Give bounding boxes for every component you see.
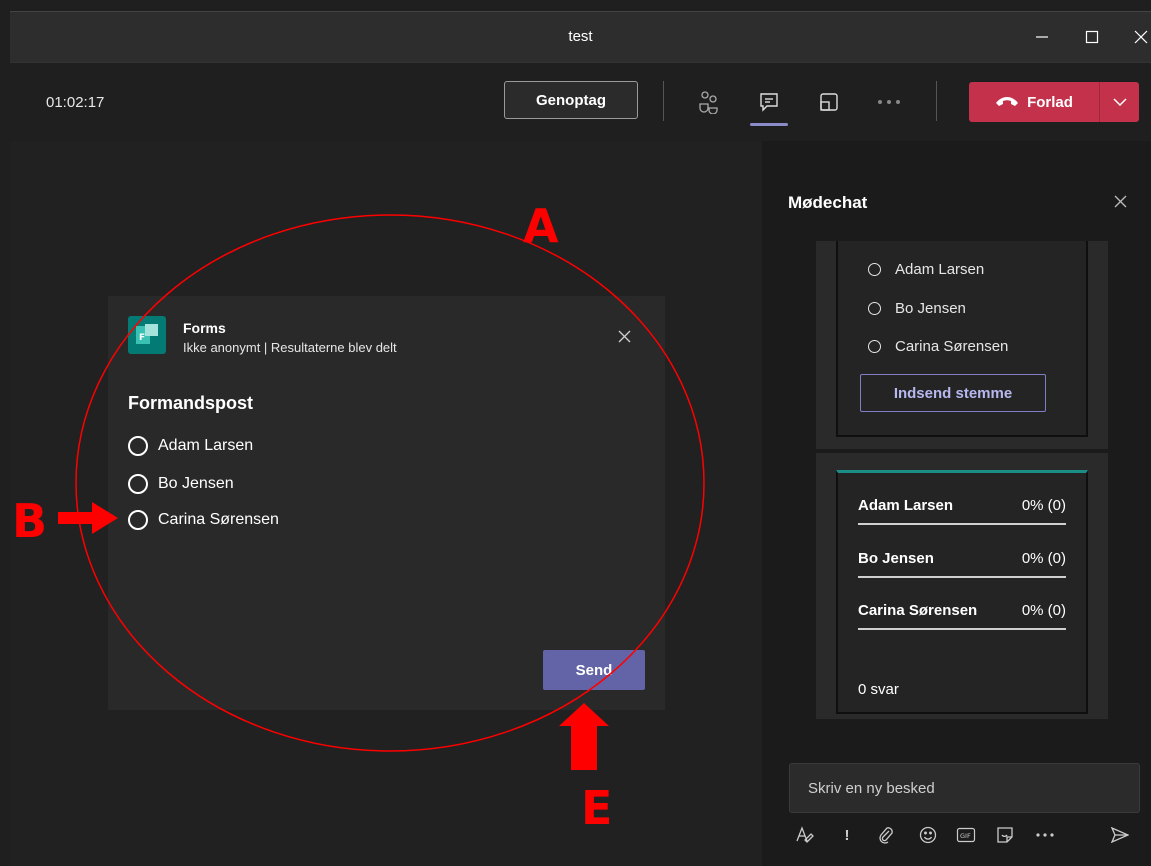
close-icon[interactable] bbox=[614, 326, 634, 346]
option-label: Bo Jensen bbox=[895, 300, 966, 317]
radio-button[interactable] bbox=[128, 436, 148, 456]
emoji-icon[interactable] bbox=[917, 824, 939, 846]
send-message-icon[interactable] bbox=[1109, 824, 1131, 846]
toolbar-divider bbox=[936, 81, 937, 121]
submit-vote-button[interactable]: Indsend stemme bbox=[860, 374, 1046, 412]
meeting-timer: 01:02:17 bbox=[46, 94, 105, 111]
radio-button[interactable] bbox=[868, 263, 881, 276]
forms-logo-icon: F bbox=[128, 316, 166, 354]
close-window-icon[interactable] bbox=[1126, 22, 1151, 52]
leave-split-button: Forlad bbox=[969, 82, 1139, 122]
chat-title: Mødechat bbox=[788, 193, 868, 212]
sticker-icon[interactable] bbox=[994, 824, 1016, 846]
radio-button[interactable] bbox=[868, 340, 881, 353]
option-label: Bo Jensen bbox=[158, 475, 234, 492]
title-bar: test bbox=[10, 11, 1151, 62]
minimize-icon[interactable] bbox=[1027, 22, 1057, 52]
question-title: Formandspost bbox=[128, 393, 254, 413]
forms-app-name: Forms bbox=[183, 320, 226, 336]
result-percent: 0% (0) bbox=[1021, 602, 1066, 619]
svg-text:F: F bbox=[139, 333, 145, 343]
more-actions-icon[interactable] bbox=[876, 89, 902, 115]
result-row: Bo Jensen 0% (0) bbox=[858, 550, 1066, 598]
maximize-icon[interactable] bbox=[1077, 22, 1107, 52]
forms-subtitle: Ikke anonymt | Resultaterne blev delt bbox=[183, 340, 397, 355]
svg-text:GIF: GIF bbox=[960, 832, 971, 840]
annotation-label-e: E bbox=[581, 781, 613, 835]
result-bar bbox=[858, 628, 1066, 630]
window-title: test bbox=[568, 28, 593, 45]
result-bar bbox=[858, 523, 1066, 525]
result-percent: 0% (0) bbox=[1021, 497, 1066, 514]
radio-option[interactable]: Carina Sørensen bbox=[128, 508, 279, 532]
toolbar-divider bbox=[663, 81, 664, 121]
meeting-chat-panel: Mødechat Adam Larsen Bo Jensen Carina Sø… bbox=[762, 141, 1151, 866]
leave-button[interactable]: Forlad bbox=[969, 82, 1099, 122]
chat-icon[interactable] bbox=[750, 89, 788, 126]
radio-option[interactable]: Adam Larsen bbox=[128, 434, 253, 458]
close-chat-icon[interactable] bbox=[1110, 191, 1130, 211]
share-tray-icon[interactable] bbox=[816, 89, 842, 115]
hang-up-icon bbox=[995, 94, 1019, 111]
chat-poll-card: Adam Larsen Bo Jensen Carina Sørensen In… bbox=[836, 241, 1088, 437]
app-window: test 01:02:17 Genoptag Forlad F Forms Ik… bbox=[0, 0, 1151, 866]
result-row: Carina Sørensen 0% (0) bbox=[858, 602, 1066, 650]
result-bar bbox=[858, 576, 1066, 578]
more-options-icon[interactable] bbox=[1034, 824, 1056, 846]
format-icon[interactable] bbox=[794, 824, 816, 846]
compose-box[interactable] bbox=[789, 763, 1140, 813]
result-name: Bo Jensen bbox=[858, 550, 934, 567]
response-count: 0 svar bbox=[858, 681, 899, 698]
result-row: Adam Larsen 0% (0) bbox=[858, 497, 1066, 545]
option-label: Carina Sørensen bbox=[895, 338, 1009, 355]
result-name: Adam Larsen bbox=[858, 497, 954, 514]
chat-poll-option[interactable]: Bo Jensen bbox=[868, 300, 966, 317]
annotation-label-b: B bbox=[12, 494, 48, 548]
option-label: Carina Sørensen bbox=[158, 511, 279, 528]
result-percent: 0% (0) bbox=[1021, 550, 1066, 567]
chat-poll-option[interactable]: Carina Sørensen bbox=[868, 338, 1008, 355]
send-button[interactable]: Send bbox=[543, 650, 645, 690]
chevron-down-icon[interactable] bbox=[1100, 82, 1139, 122]
option-label: Adam Larsen bbox=[158, 437, 254, 454]
meeting-toolbar: 01:02:17 Genoptag Forlad bbox=[10, 62, 1151, 141]
resume-button[interactable]: Genoptag bbox=[504, 81, 638, 119]
compose-input[interactable] bbox=[790, 764, 1139, 812]
result-name: Carina Sørensen bbox=[858, 602, 978, 619]
chat-poll-option[interactable]: Adam Larsen bbox=[868, 261, 984, 278]
important-icon[interactable]: ! bbox=[836, 824, 858, 846]
leave-label: Forlad bbox=[1027, 93, 1073, 111]
gif-icon[interactable]: GIF bbox=[955, 824, 977, 846]
radio-option[interactable]: Bo Jensen bbox=[128, 472, 234, 496]
annotation-label-a: A bbox=[523, 199, 559, 253]
option-label: Adam Larsen bbox=[895, 261, 985, 278]
poll-results-card: Adam Larsen 0% (0) Bo Jensen 0% (0) Cari… bbox=[836, 470, 1088, 714]
radio-button[interactable] bbox=[868, 302, 881, 315]
radio-button[interactable] bbox=[128, 510, 148, 530]
forms-poll-card: F Forms Ikke anonymt | Resultaterne blev… bbox=[108, 296, 665, 710]
attach-icon[interactable] bbox=[875, 824, 897, 846]
participants-icon[interactable] bbox=[696, 89, 722, 115]
radio-button[interactable] bbox=[128, 474, 148, 494]
